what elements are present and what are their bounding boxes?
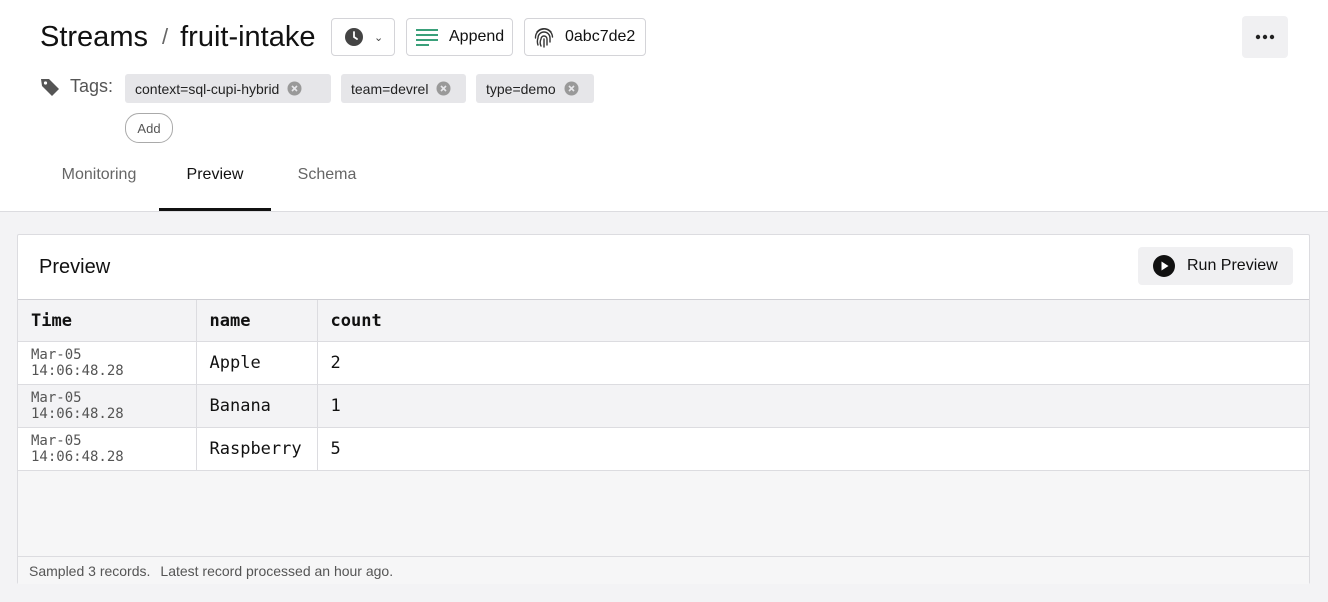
fingerprint-icon — [534, 28, 554, 48]
table-row: Mar-05 14:06:48.28 Banana 1 — [18, 384, 1309, 428]
run-preview-label: Run Preview — [1187, 257, 1278, 274]
breadcrumb-separator: / — [161, 24, 169, 49]
tag-icon — [41, 78, 59, 96]
empty-table-area — [18, 471, 1309, 556]
play-icon — [1153, 255, 1175, 277]
stream-header: Streams / fruit-intake ⌄ Append 0abc7de2… — [0, 0, 1328, 212]
remove-tag-icon[interactable] — [287, 81, 302, 96]
cell-time: Mar-05 14:06:48.28 — [18, 341, 196, 385]
tab-schema[interactable]: Schema — [271, 166, 383, 211]
column-header-count[interactable]: count — [316, 299, 1309, 342]
table-header-row: Time name count — [18, 299, 1309, 342]
column-header-time[interactable]: Time — [18, 299, 196, 342]
remove-tag-icon[interactable] — [564, 81, 579, 96]
cell-name: Banana — [195, 384, 317, 428]
clock-icon — [345, 28, 363, 46]
tag-label: team=devrel — [351, 80, 429, 97]
lines-icon — [416, 29, 438, 46]
breadcrumb: Streams / fruit-intake — [40, 20, 316, 54]
more-options-button[interactable] — [1242, 16, 1288, 58]
tag-label: context=sql-cupi-hybrid — [135, 80, 280, 97]
tag-chip: type=demo — [476, 74, 594, 103]
column-header-name[interactable]: name — [195, 299, 317, 342]
preview-footer: Sampled 3 records. Latest record process… — [18, 556, 1309, 584]
cell-name: Raspberry — [195, 427, 317, 471]
mode-label: Append — [449, 28, 505, 45]
preview-panel: Preview Run Preview Time name count Mar-… — [17, 234, 1310, 584]
tab-monitoring[interactable]: Monitoring — [40, 166, 158, 211]
panel-title: Preview — [39, 256, 111, 278]
breadcrumb-streams-link[interactable]: Streams — [40, 21, 148, 54]
tags-label: Tags: — [40, 76, 113, 97]
table-row: Mar-05 14:06:48.28 Raspberry 5 — [18, 427, 1309, 471]
chevron-down-icon: ⌄ — [374, 31, 384, 44]
table-row: Mar-05 14:06:48.28 Apple 2 — [18, 341, 1309, 385]
ellipsis-icon — [1255, 34, 1275, 40]
tag-chip: team=devrel — [341, 74, 466, 103]
cell-time: Mar-05 14:06:48.28 — [18, 427, 196, 471]
cell-count: 2 — [316, 341, 1309, 385]
tag-label: type=demo — [486, 80, 556, 97]
add-tag-button[interactable]: Add — [125, 113, 173, 143]
tab-preview[interactable]: Preview — [159, 166, 271, 211]
page-title: fruit-intake — [180, 20, 316, 53]
stream-id: 0abc7de2 — [565, 28, 636, 45]
latest-record-status: Latest record processed an hour ago. — [160, 562, 394, 579]
tag-chip: context=sql-cupi-hybrid — [125, 74, 331, 103]
sampled-count: Sampled 3 records. — [29, 562, 151, 579]
run-preview-button[interactable]: Run Preview — [1138, 247, 1293, 285]
cell-count: 1 — [316, 384, 1309, 428]
stream-id-button[interactable]: 0abc7de2 — [524, 18, 646, 56]
mode-button[interactable]: Append — [406, 18, 513, 56]
cell-time: Mar-05 14:06:48.28 — [18, 384, 196, 428]
time-range-dropdown[interactable]: ⌄ — [331, 18, 395, 56]
preview-table: Time name count Mar-05 14:06:48.28 Apple… — [18, 299, 1309, 471]
cell-count: 5 — [316, 427, 1309, 471]
remove-tag-icon[interactable] — [436, 81, 451, 96]
cell-name: Apple — [195, 341, 317, 385]
